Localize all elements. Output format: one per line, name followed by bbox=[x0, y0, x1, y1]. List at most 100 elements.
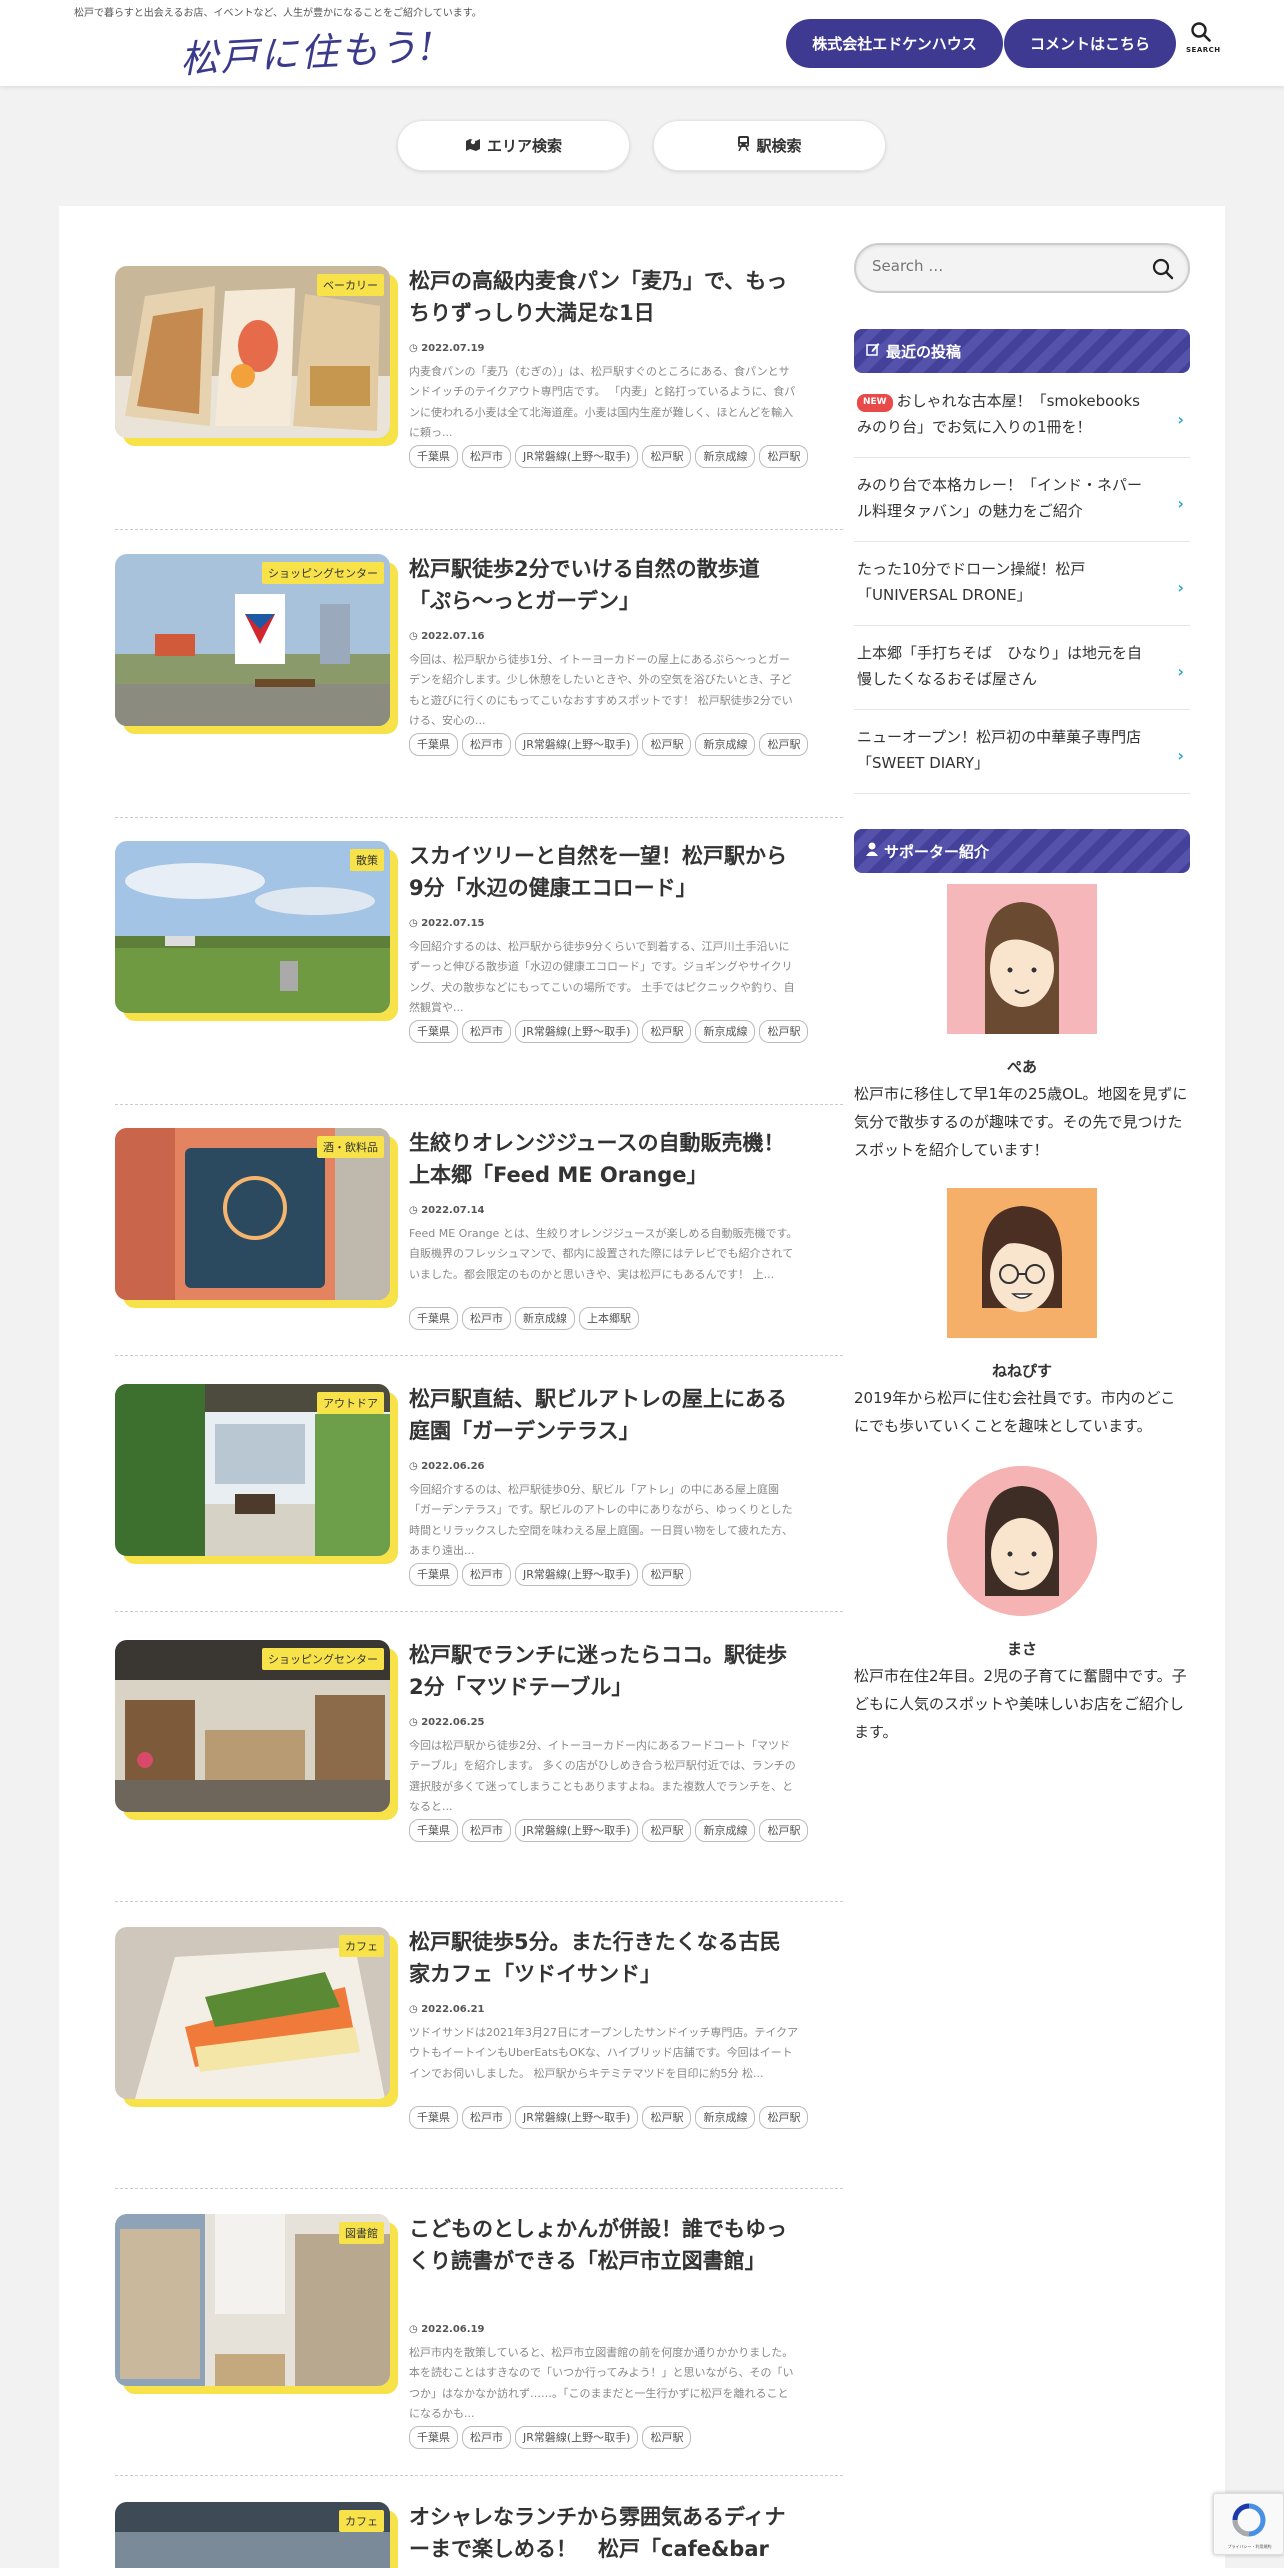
category-badge[interactable]: 散策 bbox=[350, 849, 384, 871]
post-thumbnail[interactable]: アウトドア bbox=[115, 1384, 398, 1564]
search-input[interactable] bbox=[872, 257, 1132, 275]
tag-matsudo-station[interactable]: 松戸駅 bbox=[642, 2106, 692, 2129]
post-thumbnail[interactable]: カフェ bbox=[115, 2502, 398, 2568]
area-search-button[interactable]: エリア検索 bbox=[397, 120, 630, 171]
post-title[interactable]: 松戸の高級内麦食パン「麦乃」で、もっちりずっしり大満足な1日 bbox=[409, 266, 801, 329]
post-card[interactable]: 酒・飲料品 生絞りオレンジジュースの自動販売機！上本郷「Feed ME Oran… bbox=[115, 1128, 843, 1356]
station-search-button[interactable]: 駅検索 bbox=[653, 120, 886, 171]
tag-kamihongo-station[interactable]: 上本郷駅 bbox=[579, 1307, 639, 1330]
post-thumbnail[interactable]: 図書館 bbox=[115, 2214, 398, 2394]
tag-matsudo-city[interactable]: 松戸市 bbox=[462, 2426, 511, 2449]
tag-chiba[interactable]: 千葉県 bbox=[409, 1307, 458, 1330]
tag-chiba[interactable]: 千葉県 bbox=[409, 445, 458, 468]
post-thumbnail[interactable]: 散策 bbox=[115, 841, 398, 1021]
category-badge[interactable]: 図書館 bbox=[339, 2222, 384, 2244]
recent-post-item[interactable]: たった10分でドローン操縦！松戸「UNIVERSAL DRONE」 › bbox=[854, 542, 1190, 626]
chevron-right-icon: › bbox=[1177, 578, 1184, 597]
category-badge[interactable]: カフェ bbox=[339, 1935, 384, 1957]
post-excerpt: 内麦食パンの「麦乃（むぎの）」は、松戸駅すぐのところにある、食パンとサンドイッチ… bbox=[409, 365, 796, 440]
tag-matsudo-city[interactable]: 松戸市 bbox=[462, 1563, 511, 1586]
tag-matsudo-station[interactable]: 松戸駅 bbox=[642, 733, 692, 756]
tag-shinkeisei[interactable]: 新京成線 bbox=[695, 2106, 756, 2129]
tag-shinkeisei[interactable]: 新京成線 bbox=[515, 1307, 575, 1330]
post-title[interactable]: 松戸駅直結、駅ビルアトレの屋上にある庭園「ガーデンテラス」 bbox=[409, 1384, 801, 1447]
station-search-label: 駅検索 bbox=[756, 137, 802, 155]
post-card[interactable]: ベーカリー 松戸の高級内麦食パン「麦乃」で、もっちりずっしり大満足な1日 ◷ 2… bbox=[115, 266, 843, 530]
tag-matsudo-station[interactable]: 松戸駅 bbox=[759, 1819, 809, 1842]
pencil-icon bbox=[866, 342, 880, 360]
category-badge[interactable]: ショッピングセンター bbox=[262, 562, 384, 584]
tag-matsudo-station[interactable]: 松戸駅 bbox=[759, 2106, 809, 2129]
post-title[interactable]: 生絞りオレンジジュースの自動販売機！上本郷「Feed ME Orange」 bbox=[409, 1128, 801, 1191]
post-thumbnail[interactable]: ショッピングセンター bbox=[115, 554, 398, 734]
tag-matsudo-station[interactable]: 松戸駅 bbox=[642, 1819, 692, 1842]
post-card[interactable]: カフェ オシャレなランチから雰囲気あるディナーまで楽しめる！ 松戸「cafe&b… bbox=[115, 2502, 843, 2568]
tag-shinkeisei[interactable]: 新京成線 bbox=[695, 733, 756, 756]
tag-matsudo-station[interactable]: 松戸駅 bbox=[642, 1563, 692, 1586]
post-title[interactable]: こどものとしょかんが併設！誰でもゆっくり読書ができる「松戸市立図書館」 bbox=[409, 2214, 801, 2277]
tag-chiba[interactable]: 千葉県 bbox=[409, 1020, 458, 1043]
recent-post-item[interactable]: みのり台で本格カレー！「インド・ネパール料理タァバン」の魅力をご紹介 › bbox=[854, 458, 1190, 542]
tag-jr-joban[interactable]: JR常磐線(上野～取手) bbox=[515, 445, 639, 468]
site-logo[interactable]: 松戸に住もう! bbox=[179, 15, 438, 83]
search-icon[interactable] bbox=[1152, 258, 1174, 280]
tag-matsudo-station[interactable]: 松戸駅 bbox=[759, 1020, 809, 1043]
post-title[interactable]: 松戸駅徒歩5分。また行きたくなる古民家カフェ「ツドイサンド」 bbox=[409, 1927, 801, 1990]
category-badge[interactable]: カフェ bbox=[339, 2510, 384, 2532]
map-icon bbox=[465, 137, 481, 155]
post-title[interactable]: 松戸駅でランチに迷ったらココ。駅徒歩2分「マツドテーブル」 bbox=[409, 1640, 801, 1703]
tag-matsudo-station[interactable]: 松戸駅 bbox=[642, 1020, 692, 1043]
tag-matsudo-city[interactable]: 松戸市 bbox=[462, 733, 511, 756]
recent-post-item[interactable]: NEW おしゃれな古本屋！「smokebooksみのり台」でお気に入りの1冊を！ … bbox=[854, 374, 1190, 458]
tag-jr-joban[interactable]: JR常磐線(上野～取手) bbox=[515, 2106, 639, 2129]
tag-matsudo-station[interactable]: 松戸駅 bbox=[759, 733, 809, 756]
post-card[interactable]: ショッピングセンター 松戸駅徒歩2分でいける自然の散歩道「ぷら〜っとガーデン」 … bbox=[115, 554, 843, 818]
tag-matsudo-station[interactable]: 松戸駅 bbox=[642, 2426, 692, 2449]
post-title[interactable]: スカイツリーと自然を一望！松戸駅から9分「水辺の健康エコロード」 bbox=[409, 841, 801, 904]
tag-chiba[interactable]: 千葉県 bbox=[409, 1819, 458, 1842]
user-icon bbox=[866, 842, 878, 860]
tag-matsudo-city[interactable]: 松戸市 bbox=[462, 1819, 511, 1842]
post-card[interactable]: カフェ 松戸駅徒歩5分。また行きたくなる古民家カフェ「ツドイサンド」 ◷ 202… bbox=[115, 1927, 843, 2189]
post-thumbnail[interactable]: ベーカリー bbox=[115, 266, 398, 446]
tag-matsudo-station[interactable]: 松戸駅 bbox=[642, 445, 692, 468]
post-card[interactable]: 散策 スカイツリーと自然を一望！松戸駅から9分「水辺の健康エコロード」 ◷ 20… bbox=[115, 841, 843, 1105]
supporter-card: ねねぴす 2019年から松戸に住む会社員です。市内のどこにでも歩いていくことを趣… bbox=[854, 1188, 1190, 1441]
post-card[interactable]: ショッピングセンター 松戸駅でランチに迷ったらココ。駅徒歩2分「マツドテーブル」… bbox=[115, 1640, 843, 1902]
category-badge[interactable]: ショッピングセンター bbox=[262, 1648, 384, 1670]
tag-shinkeisei[interactable]: 新京成線 bbox=[695, 1819, 756, 1842]
tag-matsudo-station[interactable]: 松戸駅 bbox=[759, 445, 809, 468]
comment-button[interactable]: コメントはこちら bbox=[1004, 19, 1176, 68]
category-badge[interactable]: ベーカリー bbox=[317, 274, 384, 296]
tag-shinkeisei[interactable]: 新京成線 bbox=[695, 1020, 756, 1043]
company-button[interactable]: 株式会社エドケンハウス bbox=[786, 19, 1003, 68]
tag-jr-joban[interactable]: JR常磐線(上野～取手) bbox=[515, 2426, 639, 2449]
tag-jr-joban[interactable]: JR常磐線(上野～取手) bbox=[515, 1819, 639, 1842]
tag-chiba[interactable]: 千葉県 bbox=[409, 2106, 458, 2129]
post-thumbnail[interactable]: 酒・飲料品 bbox=[115, 1128, 398, 1308]
category-badge[interactable]: 酒・飲料品 bbox=[317, 1136, 384, 1158]
post-title[interactable]: 松戸駅徒歩2分でいける自然の散歩道「ぷら〜っとガーデン」 bbox=[409, 554, 801, 617]
tag-shinkeisei[interactable]: 新京成線 bbox=[695, 445, 756, 468]
recent-post-item[interactable]: 上本郷「手打ちそば ひなり」は地元を自慢したくなるおそば屋さん › bbox=[854, 626, 1190, 710]
tag-jr-joban[interactable]: JR常磐線(上野～取手) bbox=[515, 1563, 639, 1586]
tag-matsudo-city[interactable]: 松戸市 bbox=[462, 445, 511, 468]
post-title[interactable]: オシャレなランチから雰囲気あるディナーまで楽しめる！ 松戸「cafe&bar bbox=[409, 2502, 801, 2565]
tag-matsudo-city[interactable]: 松戸市 bbox=[462, 2106, 511, 2129]
tag-jr-joban[interactable]: JR常磐線(上野～取手) bbox=[515, 733, 639, 756]
header-search-button[interactable]: SEARCH bbox=[1186, 20, 1220, 68]
post-thumbnail[interactable]: カフェ bbox=[115, 1927, 398, 2107]
recaptcha-badge[interactable]: プライバシー・利用規約 bbox=[1213, 2493, 1284, 2555]
tag-chiba[interactable]: 千葉県 bbox=[409, 733, 458, 756]
tag-matsudo-city[interactable]: 松戸市 bbox=[462, 1020, 511, 1043]
tag-chiba[interactable]: 千葉県 bbox=[409, 1563, 458, 1586]
category-badge[interactable]: アウトドア bbox=[317, 1392, 384, 1414]
tag-jr-joban[interactable]: JR常磐線(上野～取手) bbox=[515, 1020, 639, 1043]
tag-chiba[interactable]: 千葉県 bbox=[409, 2426, 458, 2449]
post-tags: 千葉県 松戸市 新京成線 上本郷駅 bbox=[409, 1307, 829, 1330]
recent-post-item[interactable]: ニューオープン！松戸初の中華菓子専門店「SWEET DIARY」 › bbox=[854, 710, 1190, 794]
post-card[interactable]: 図書館 こどものとしょかんが併設！誰でもゆっくり読書ができる「松戸市立図書館」 … bbox=[115, 2214, 843, 2476]
tag-matsudo-city[interactable]: 松戸市 bbox=[462, 1307, 511, 1330]
post-thumbnail[interactable]: ショッピングセンター bbox=[115, 1640, 398, 1820]
post-card[interactable]: アウトドア 松戸駅直結、駅ビルアトレの屋上にある庭園「ガーデンテラス」 ◷ 20… bbox=[115, 1384, 843, 1612]
